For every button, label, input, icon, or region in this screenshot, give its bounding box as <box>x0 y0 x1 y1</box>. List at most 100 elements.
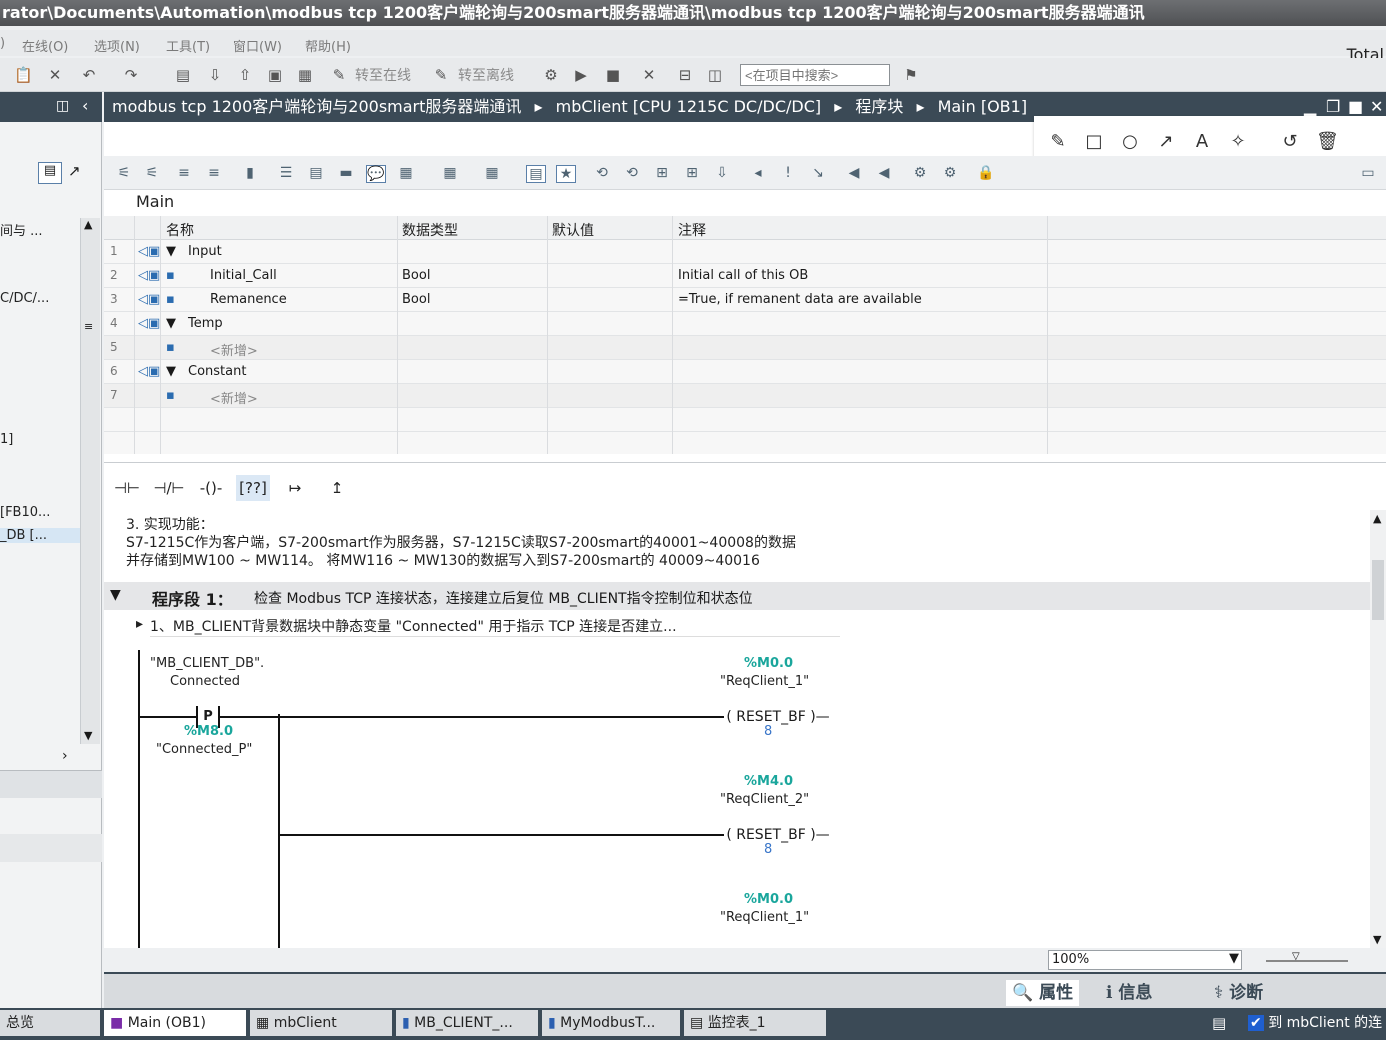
close-networks-icon[interactable]: ▬ <box>336 165 356 183</box>
upload-icon[interactable]: ⇧ <box>236 66 254 84</box>
coil-tag[interactable]: "ReqClient_2" <box>720 792 809 807</box>
hide-tags-icon[interactable]: ▤ <box>526 165 546 183</box>
task-mb-client-db[interactable]: ▮ MB_CLIENT_... <box>396 1010 538 1036</box>
coil-address[interactable]: %M0.0 <box>744 892 793 907</box>
panel-toggle-icon[interactable]: ▭ <box>1358 165 1378 183</box>
next-error-icon[interactable]: ! <box>778 165 798 183</box>
network-comment[interactable]: 1、MB_CLIENT背景数据块中静态变量 "Connected" 用于指示 T… <box>150 616 840 637</box>
scroll-up-icon[interactable]: ▲ <box>84 218 92 231</box>
table-row[interactable]: 7 ▪ <新增> <box>104 384 1386 408</box>
zoom-slider-handle[interactable]: ▽ <box>1292 951 1300 962</box>
scroll-down-icon[interactable]: ▼ <box>1373 933 1381 946</box>
row-name[interactable]: Input <box>188 244 222 259</box>
pencil-icon[interactable]: ✎ <box>1048 132 1068 152</box>
accessible-devices-icon[interactable]: ⚙ <box>542 66 560 84</box>
split-horizontal-icon[interactable]: ⊟ <box>676 66 694 84</box>
search-go-icon[interactable]: ⚑ <box>902 66 920 84</box>
contact-address[interactable]: %M8.0 <box>184 724 233 739</box>
test-icon[interactable]: ⚙ <box>940 165 960 183</box>
update-calls-icon[interactable]: ⟲ <box>592 165 612 183</box>
scroll-right-icon[interactable]: › <box>62 748 68 764</box>
coil-count[interactable]: 8 <box>764 724 772 739</box>
coil-tag[interactable]: "ReqClient_1" <box>720 674 809 689</box>
insert-network-icon[interactable]: ⚟ <box>114 165 134 183</box>
download-icon[interactable]: ⇩ <box>206 66 224 84</box>
menu-tools[interactable]: 工具(T) <box>166 36 210 55</box>
project-search-input[interactable] <box>740 64 890 86</box>
reset-bf-coil[interactable]: ( RESET_BF )— <box>724 706 832 728</box>
previous-error-icon[interactable]: ◂ <box>748 165 768 183</box>
close-branch-icon[interactable]: ↥ <box>320 475 354 501</box>
expand-icon[interactable]: ▼ <box>166 316 176 331</box>
collapse-network-icon[interactable]: ▼ <box>110 587 121 603</box>
breadcrumb-project[interactable]: modbus tcp 1200客户端轮询与200smart服务器端通讯 <box>112 97 521 116</box>
task-overview[interactable]: 总览 <box>0 1010 100 1036</box>
task-watch-table[interactable]: ▤ 监控表_1 <box>684 1010 826 1036</box>
magic-wand-icon[interactable]: ✧ <box>1228 132 1248 152</box>
scroll-up-icon[interactable]: ▲ <box>1373 512 1381 525</box>
row-name[interactable]: Initial_Call <box>210 268 277 283</box>
open-networks-icon[interactable]: ▤ <box>306 165 326 183</box>
text-icon[interactable]: A <box>1192 132 1212 152</box>
delete-network-icon[interactable]: ⚟ <box>142 165 162 183</box>
rectangle-icon[interactable]: □ <box>1084 132 1104 152</box>
row-type[interactable]: Bool <box>402 292 430 307</box>
tree-item[interactable]: [FB10... <box>0 505 50 520</box>
contact-db-tag[interactable]: "MB_CLIENT_DB". <box>150 656 264 671</box>
monitor-icon[interactable]: ◀ <box>844 165 864 183</box>
reset-bf-coil[interactable]: ( RESET_BF )— <box>724 824 832 846</box>
call-env-icon[interactable]: ⚙ <box>910 165 930 183</box>
tree-item[interactable]: 1] <box>0 432 13 447</box>
row-add-new[interactable]: <新增> <box>210 340 258 359</box>
row-comment[interactable]: =True, if remanent data are available <box>678 292 922 307</box>
compare-icon[interactable]: ⊞ <box>652 165 672 183</box>
scroll-grip-icon[interactable]: ≡ <box>84 320 93 333</box>
cross-ref-icon[interactable]: ✕ <box>640 66 658 84</box>
protect-icon[interactable]: 🔒 <box>976 165 996 183</box>
coil-tag[interactable]: "ReqClient_1" <box>720 910 809 925</box>
symbol-info-icon[interactable]: ▦ <box>440 165 460 183</box>
table-row[interactable]: 3 ◁▣ ▪ Remanence Bool =True, if remanent… <box>104 288 1386 312</box>
delete-icon[interactable]: ✕ <box>46 66 64 84</box>
stop-cpu-icon[interactable]: ■ <box>604 66 622 84</box>
split-vertical-icon[interactable]: ◫ <box>706 66 724 84</box>
row-type[interactable]: Bool <box>402 268 430 283</box>
go-next-icon[interactable]: ↘ <box>808 165 828 183</box>
tree-scrollbar[interactable]: ▲ ≡ ▼ <box>80 218 100 744</box>
tree-add-icon[interactable]: ↗ <box>68 162 81 180</box>
coil-count[interactable]: 8 <box>764 842 772 857</box>
update-icon[interactable]: ⟲ <box>622 165 642 183</box>
compile-icon[interactable]: ▤ <box>174 66 192 84</box>
coil-icon[interactable]: -()- <box>194 475 228 501</box>
trash-icon[interactable]: 🗑 <box>1316 132 1339 152</box>
insert-row-icon[interactable]: ≡ <box>174 165 194 183</box>
breadcrumb-device[interactable]: mbClient [CPU 1215C DC/DC/DC] <box>556 97 821 116</box>
table-row[interactable]: 6 ◁▣ ▼ Constant <box>104 360 1386 384</box>
task-main-ob1[interactable]: ■ Main (OB1) <box>104 1010 246 1036</box>
tree-item[interactable]: 间与 ... <box>0 220 43 239</box>
block-comment-line[interactable]: 3. 实现功能： <box>126 514 214 534</box>
task-mbclient[interactable]: ▦ mbClient <box>250 1010 392 1036</box>
menu-window[interactable]: 窗口(W) <box>233 36 282 55</box>
chevron-down-icon[interactable]: ▼ <box>1229 951 1239 966</box>
contact-edge-tag[interactable]: "Connected_P" <box>156 742 252 757</box>
col-comment-header[interactable]: 注释 <box>678 220 706 240</box>
normally-closed-contact-icon[interactable]: ⊣/⊢ <box>152 475 186 501</box>
tab-info[interactable]: ℹ 信息 <box>1106 980 1152 1006</box>
favorites-icon[interactable]: ★ <box>556 165 576 183</box>
arrow-icon[interactable]: ↗ <box>1156 132 1176 152</box>
undo-icon[interactable]: ↶ <box>80 66 98 84</box>
expand-icon[interactable]: ▼ <box>166 364 176 379</box>
col-name-header[interactable]: 名称 <box>166 220 194 240</box>
task-mymodbus[interactable]: ▮ MyModbusT... <box>542 1010 680 1036</box>
menu-online[interactable]: 在线(O) <box>22 36 68 55</box>
status-message[interactable]: ✔ 到 mbClient 的连 <box>1242 1010 1386 1036</box>
snapshot-icon[interactable]: ⊞ <box>682 165 702 183</box>
row-add-new[interactable]: <新增> <box>210 388 258 407</box>
go-to-icon[interactable]: ▮ <box>240 165 260 183</box>
menu-options[interactable]: 选项(N) <box>94 36 140 55</box>
paste-icon[interactable]: 📋 <box>14 66 33 84</box>
code-scrollbar[interactable]: ▲ ▼ <box>1370 510 1386 948</box>
breadcrumb-program-blocks[interactable]: 程序块 <box>855 97 903 116</box>
monitor-off-icon[interactable]: ◀ <box>874 165 894 183</box>
